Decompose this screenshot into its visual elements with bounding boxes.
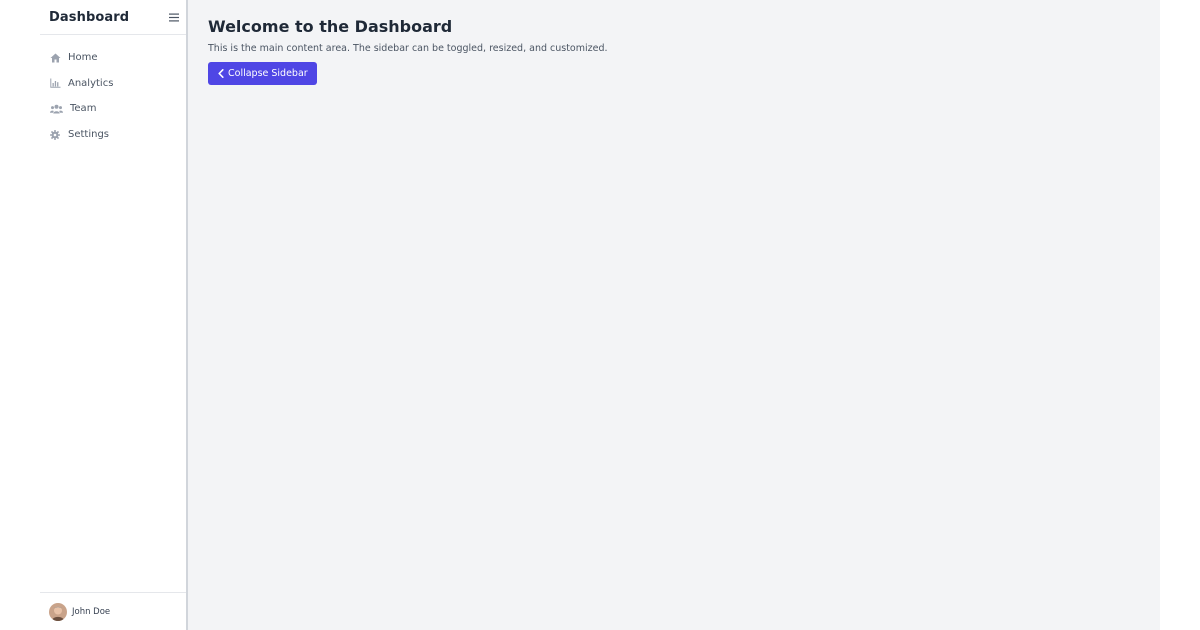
app-shell: Dashboard Home Analytics Team Settings J… — [40, 0, 1160, 630]
user-profile[interactable]: John Doe — [40, 592, 186, 630]
user-name: John Doe — [72, 606, 111, 617]
users-icon — [49, 103, 63, 115]
sidebar: Dashboard Home Analytics Team Settings J… — [40, 0, 188, 630]
chart-icon — [49, 77, 61, 89]
main-content: Welcome to the Dashboard This is the mai… — [188, 0, 1160, 630]
avatar — [49, 602, 67, 621]
sidebar-item-label: Team — [70, 103, 97, 115]
sidebar-item-team[interactable]: Team — [40, 96, 186, 122]
sidebar-item-home[interactable]: Home — [40, 45, 186, 71]
sidebar-header: Dashboard — [40, 0, 186, 35]
page-description: This is the main content area. The sideb… — [208, 43, 608, 54]
sidebar-item-analytics[interactable]: Analytics — [40, 71, 186, 97]
page-title: Welcome to the Dashboard — [208, 17, 453, 36]
sidebar-item-settings[interactable]: Settings — [40, 122, 186, 148]
gear-icon — [49, 129, 61, 141]
sidebar-item-label: Analytics — [68, 77, 114, 89]
sidebar-item-label: Settings — [68, 129, 110, 141]
home-icon — [49, 52, 61, 64]
hamburger-menu-icon[interactable] — [168, 11, 180, 23]
collapse-sidebar-label: Collapse Sidebar — [228, 68, 308, 79]
sidebar-item-label: Home — [68, 52, 98, 64]
chevron-left-icon — [217, 69, 225, 79]
sidebar-title: Dashboard — [49, 9, 130, 25]
collapse-sidebar-button[interactable]: Collapse Sidebar — [208, 62, 317, 85]
sidebar-nav: Home Analytics Team Settings — [40, 35, 186, 147]
